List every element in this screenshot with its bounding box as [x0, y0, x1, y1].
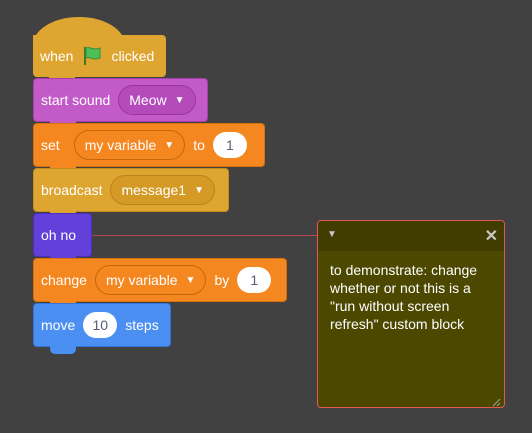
by-label: by [214, 272, 230, 288]
change-variable-block[interactable]: change my variable ▼ by 1 [33, 258, 287, 309]
to-label: to [193, 137, 205, 153]
start-sound-label: start sound [41, 92, 111, 108]
custom-block-oh-no[interactable]: oh no [33, 213, 92, 264]
clicked-label: clicked [111, 48, 155, 64]
comment-text[interactable]: to demonstrate: change whether or not th… [318, 251, 504, 343]
change-label: change [41, 272, 87, 288]
variable-dropdown[interactable]: my variable ▼ [94, 265, 207, 295]
move-label: move [41, 317, 76, 333]
steps-input[interactable]: 10 [83, 312, 118, 338]
change-value-input[interactable]: 1 [237, 267, 272, 293]
collapse-caret-icon[interactable]: ▼ [327, 229, 337, 240]
set-variable-block[interactable]: set my variable ▼ to 1 [33, 123, 265, 174]
dropdown-caret-icon: ▼ [164, 139, 175, 151]
set-label: set [41, 137, 60, 153]
green-flag-icon [81, 45, 103, 67]
broadcast-block[interactable]: broadcast message1 ▼ [33, 168, 229, 219]
custom-block-label: oh no [41, 227, 77, 243]
dropdown-caret-icon: ▼ [194, 184, 204, 196]
set-value-input[interactable]: 1 [212, 132, 247, 158]
comment-connector [92, 235, 318, 236]
resize-grip-icon[interactable] [491, 394, 501, 407]
dropdown-caret-icon: ▼ [185, 274, 196, 286]
variable-dropdown[interactable]: my variable ▼ [73, 130, 186, 160]
workspace-comment[interactable]: ▼ ✕ to demonstrate: change whether or no… [317, 220, 505, 408]
message-dropdown[interactable]: message1 ▼ [110, 175, 215, 205]
comment-header[interactable]: ▼ ✕ [318, 221, 504, 251]
start-sound-block[interactable]: start sound Meow ▼ [33, 78, 208, 129]
broadcast-label: broadcast [41, 182, 103, 198]
close-icon[interactable]: ✕ [485, 226, 498, 246]
when-label: when [40, 48, 74, 64]
steps-label: steps [125, 317, 159, 333]
dropdown-caret-icon: ▼ [174, 94, 185, 106]
when-flag-clicked-block[interactable]: when clicked [33, 17, 166, 85]
sound-dropdown[interactable]: Meow ▼ [118, 85, 196, 115]
move-steps-block[interactable]: move 10 steps [33, 303, 171, 354]
